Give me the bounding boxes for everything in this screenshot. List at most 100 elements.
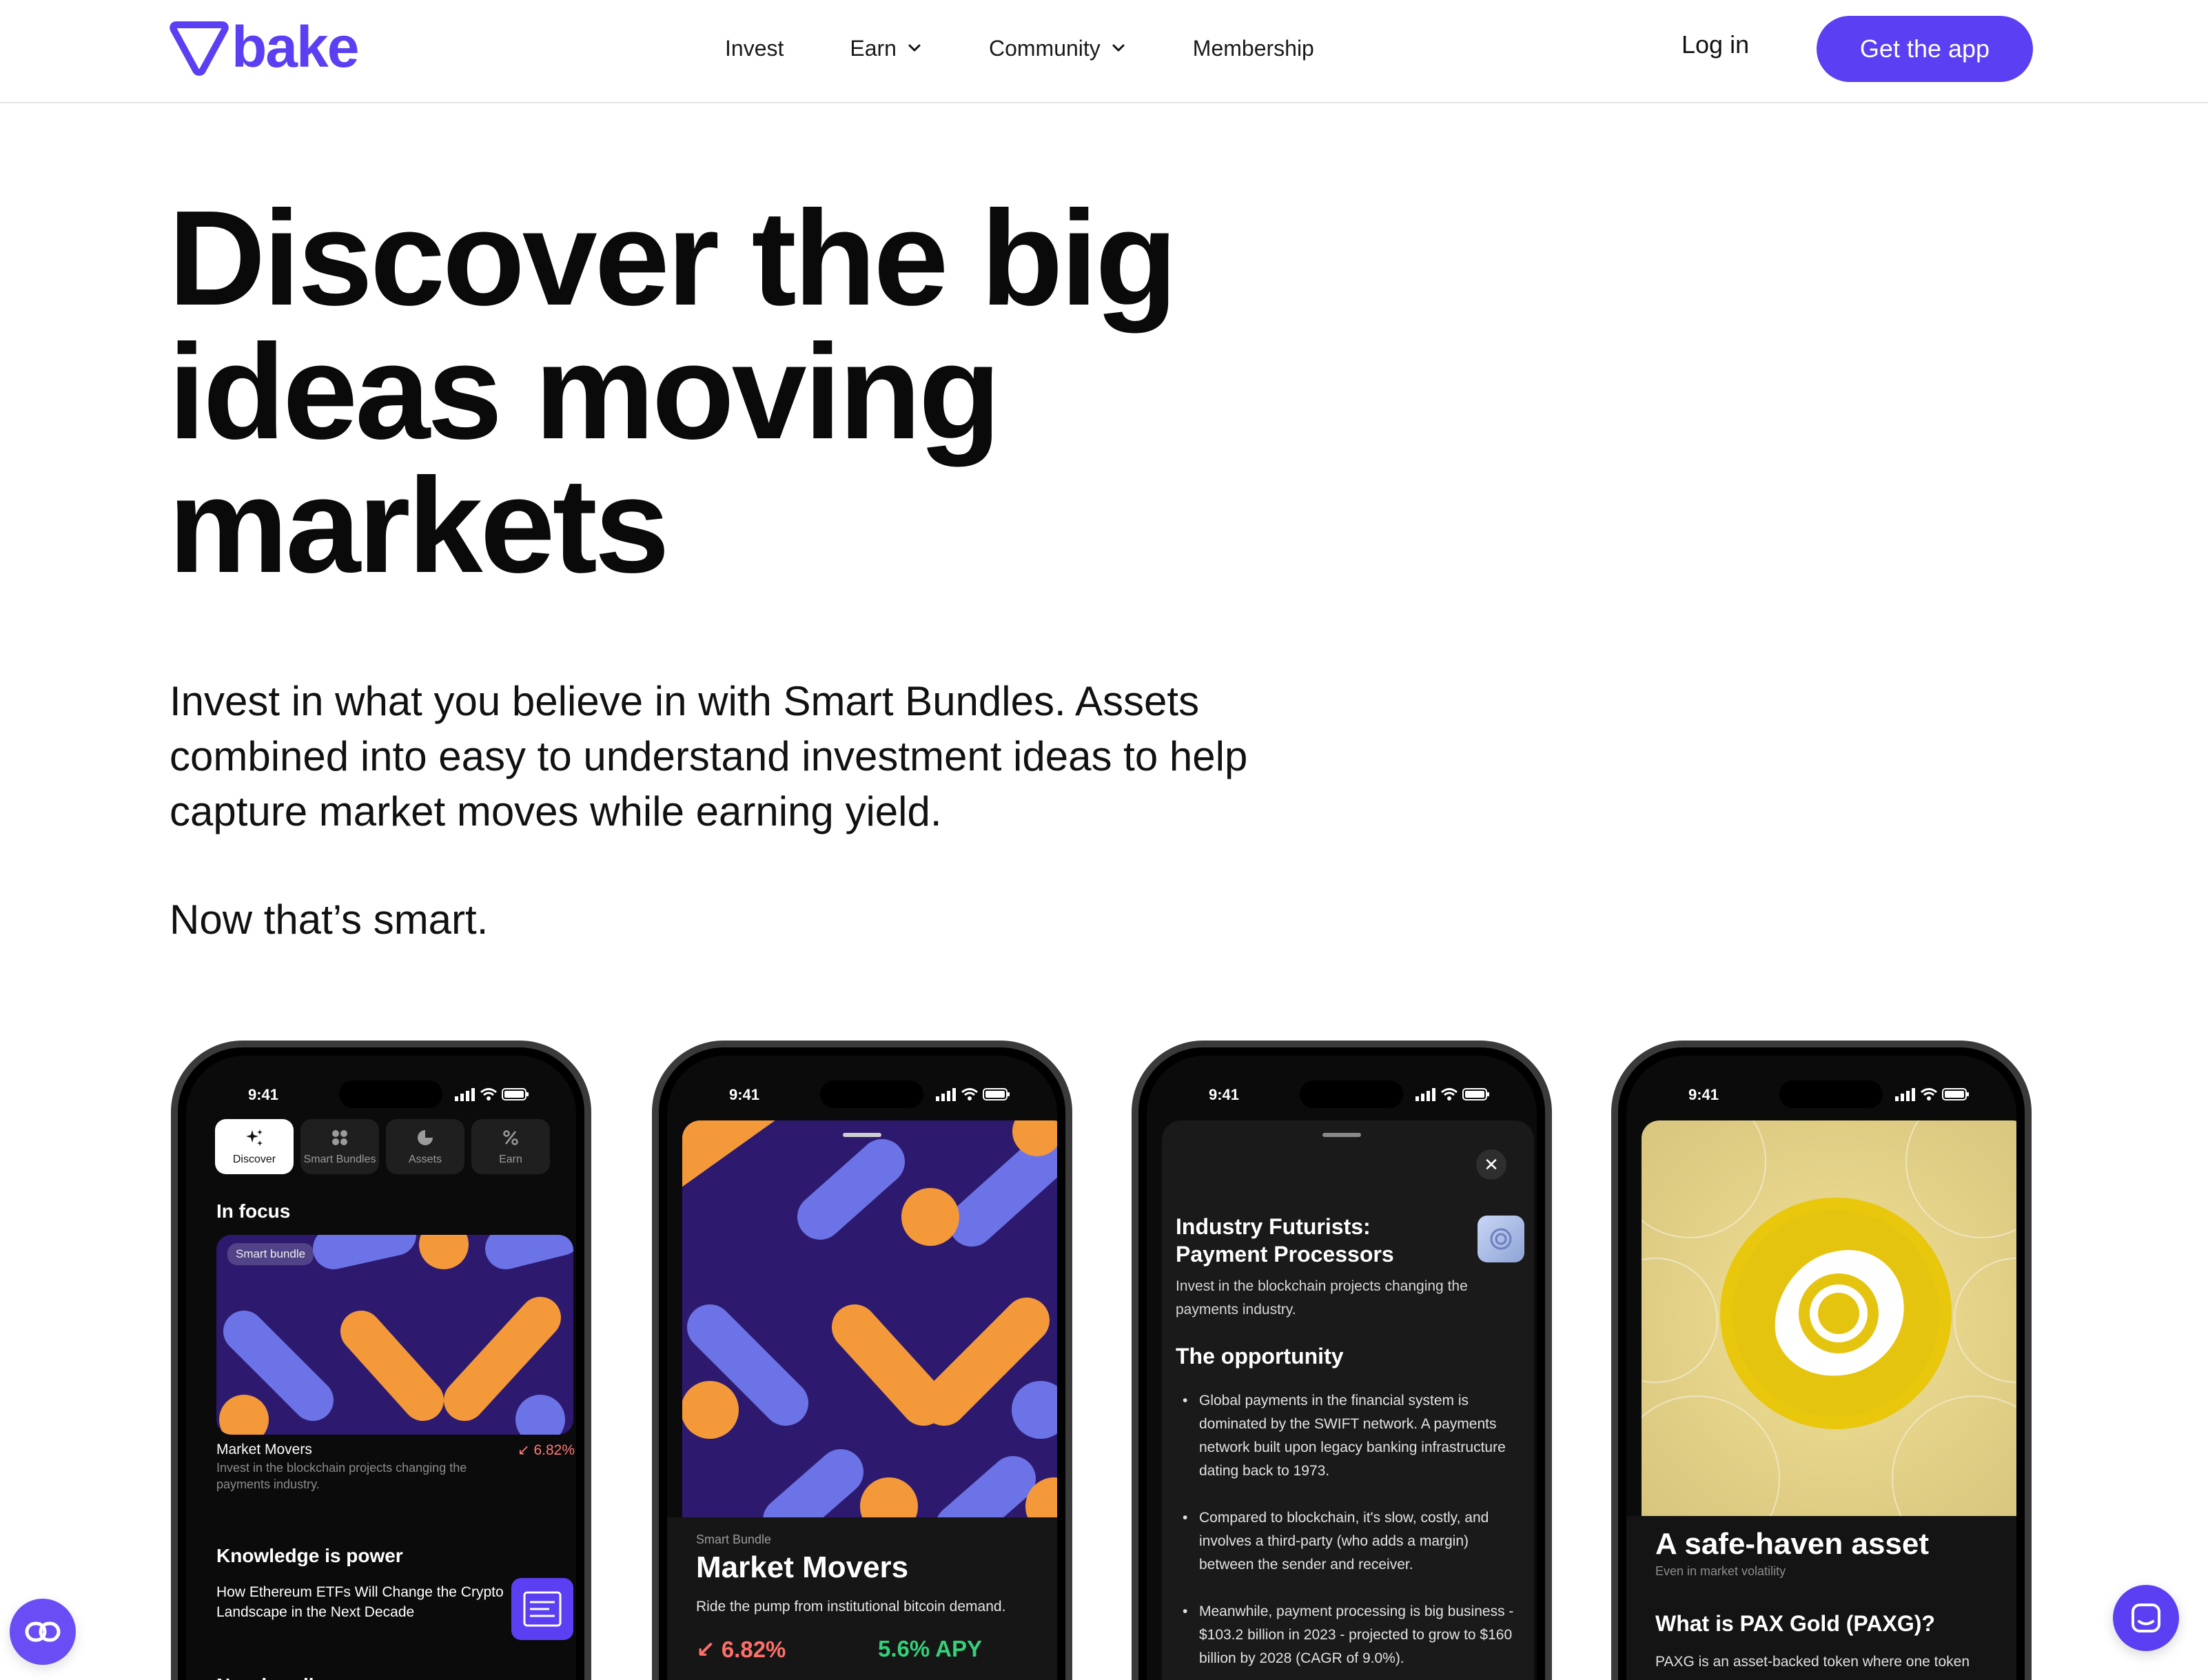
card-change: ↙ 6.82% <box>518 1442 575 1458</box>
bundle-hero-artwork <box>682 1120 1057 1520</box>
tab-label: Assets <box>408 1154 442 1165</box>
wifi-icon <box>480 1088 497 1100</box>
hero-title-line: Discover the big <box>168 183 1178 334</box>
phone-bundle: 9:41 Smart Bundle Market Movers Ride the… <box>652 1041 1072 1680</box>
status-time: 9:41 <box>729 1086 760 1103</box>
market-movers-card[interactable]: Smart bundle <box>216 1235 573 1435</box>
battery-icon <box>1942 1088 1969 1100</box>
chevron-down-icon <box>908 44 921 52</box>
tab-label: Smart Bundles <box>303 1154 376 1165</box>
tab-assets[interactable]: Assets <box>386 1119 464 1174</box>
hero-tagline: Now that’s smart. <box>170 897 489 943</box>
chevron-down-icon <box>1112 44 1125 52</box>
tab-label: Discover <box>232 1154 276 1165</box>
detail-title-line: Payment Processors <box>1176 1242 1394 1267</box>
battery-icon <box>983 1088 1010 1100</box>
chat-icon <box>2132 1604 2160 1632</box>
phone-discover: 9:41 Discover Smart Bundles Assets Earn … <box>171 1041 591 1680</box>
smart-bundle-badge: Smart bundle <box>227 1243 314 1265</box>
status-time: 9:41 <box>1209 1086 1240 1103</box>
list-item: Compared to blockchain, it's slow, costl… <box>1176 1506 1520 1577</box>
nav-invest-label: Invest <box>725 35 784 61</box>
nav-invest[interactable]: Invest <box>725 33 784 63</box>
status-bar: 9:41 <box>186 1080 576 1108</box>
phone-bezel: 9:41 <box>1618 1047 2025 1680</box>
status-bar: 9:41 <box>1147 1080 1537 1108</box>
phone-screen: 9:41 ✕ Industry Futurists: Payment Proce… <box>1147 1056 1537 1680</box>
close-button[interactable]: ✕ <box>1476 1149 1506 1180</box>
hero-subtitle-line: combined into easy to understand investm… <box>170 733 1248 779</box>
new-bundles-heading: New bundles <box>216 1674 336 1680</box>
bundle-apy: 5.6% APY <box>878 1636 983 1661</box>
bundle-description: Ride the pump from institutional bitcoin… <box>696 1599 1006 1615</box>
status-icons <box>1415 1087 1490 1101</box>
status-icons <box>455 1087 529 1101</box>
sheet-handle[interactable] <box>843 1133 881 1137</box>
phone-asset: 9:41 A safe-haven asset Even in market v… <box>1611 1041 2032 1680</box>
detail-title-line: Industry Futurists: <box>1176 1214 1371 1239</box>
article-thumbnail[interactable] <box>511 1578 573 1640</box>
battery-icon <box>1462 1088 1489 1100</box>
status-icons <box>936 1087 1010 1101</box>
nav-earn-label: Earn <box>850 35 897 61</box>
sheet-handle[interactable] <box>1322 1133 1361 1137</box>
dynamic-island <box>1300 1080 1403 1108</box>
detail-description: Invest in the blockchain projects changi… <box>1176 1278 1468 1318</box>
phone-screen: 9:41 <box>667 1056 1057 1680</box>
list-item: Global payments in the financial system … <box>1176 1389 1520 1483</box>
status-icons <box>1895 1087 1970 1101</box>
bundle-artwork <box>682 1120 1057 1520</box>
get-the-app-button[interactable]: Get the app <box>1817 16 2033 82</box>
nav-membership[interactable]: Membership <box>1193 33 1314 63</box>
hero-title-line: ideas moving <box>168 316 1001 467</box>
bake-logo[interactable]: bake <box>170 14 359 79</box>
tab-earn[interactable]: Earn <box>471 1119 550 1174</box>
chat-launcher-button[interactable] <box>2113 1585 2179 1651</box>
main-nav: Invest Earn Community Membership <box>725 33 1314 63</box>
hero-title-line: markets <box>168 450 670 601</box>
article-title[interactable]: How Ethereum ETFs Will Change the Crypto… <box>216 1582 506 1622</box>
hero-title: Discover the big ideas moving markets <box>168 191 1409 593</box>
bake-logo-mark <box>170 21 229 76</box>
signal-icon <box>936 1088 956 1101</box>
status-bar: 9:41 <box>667 1080 1057 1108</box>
wifi-icon <box>1441 1088 1458 1100</box>
site-header: bake Invest Earn Community Membership Lo… <box>0 0 2208 103</box>
card-description: Invest in the blockchain projects changi… <box>216 1461 467 1491</box>
asset-title: A safe-haven asset <box>1655 1527 1930 1561</box>
hero-subtitle-line: capture market moves while earning yield… <box>170 788 942 834</box>
phone-bezel: 9:41 <box>659 1047 1065 1680</box>
accessibility-widget-button[interactable] <box>10 1599 76 1665</box>
list-item: Meanwhile, payment processing is big bus… <box>1176 1600 1520 1670</box>
paxg-coin-illustration <box>1642 1120 2016 1516</box>
paxg-hero-artwork <box>1642 1120 2016 1516</box>
asset-subtitle: Even in market volatility <box>1655 1564 1786 1578</box>
detail-title: Industry Futurists: Payment Processors <box>1176 1213 1465 1268</box>
phone-bezel: 9:41 ✕ Industry Futurists: Payment Proce… <box>1138 1047 1545 1680</box>
nav-membership-label: Membership <box>1192 35 1314 61</box>
signal-icon <box>1415 1088 1435 1101</box>
wifi-icon <box>961 1088 978 1100</box>
nav-earn[interactable]: Earn <box>850 33 923 63</box>
tab-smart-bundles[interactable]: Smart Bundles <box>300 1119 379 1174</box>
phone-screen: 9:41 <box>1626 1056 2016 1680</box>
dynamic-island <box>820 1080 923 1108</box>
hero-subtitle-line: Invest in what you believe in with Smart… <box>170 678 1200 724</box>
login-link[interactable]: Log in <box>1681 30 1749 59</box>
phone-screen: 9:41 Discover Smart Bundles Assets Earn … <box>186 1056 576 1680</box>
tab-discover[interactable]: Discover <box>215 1119 294 1174</box>
bundle-kicker: Smart Bundle <box>696 1533 772 1546</box>
bundle-title: Market Movers <box>696 1550 909 1584</box>
bundle-avatar <box>1478 1216 1524 1262</box>
signal-icon <box>455 1088 475 1101</box>
in-focus-heading: In focus <box>216 1200 291 1222</box>
card-title-row: Market Movers ↙ 6.82% <box>216 1442 575 1458</box>
asset-description: PAXG is an asset-backed token where one … <box>1655 1654 1970 1670</box>
swirl-icon <box>1490 1228 1512 1250</box>
status-time: 9:41 <box>1688 1086 1719 1103</box>
close-icon: ✕ <box>1484 1154 1499 1175</box>
link-icon <box>25 1621 61 1642</box>
app-tab-bar: Discover Smart Bundles Assets Earn <box>215 1119 550 1174</box>
logo-wordmark: bake <box>232 14 359 79</box>
nav-community[interactable]: Community <box>989 33 1127 63</box>
